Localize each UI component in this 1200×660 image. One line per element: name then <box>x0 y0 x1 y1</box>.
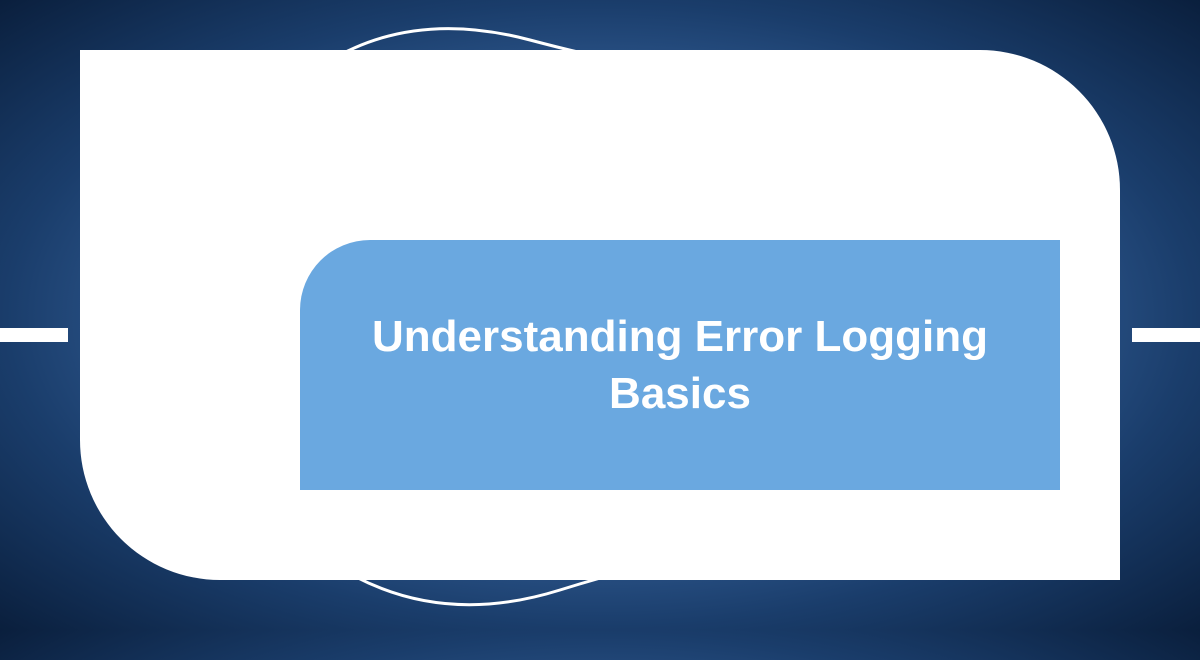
inner-card: Understanding Error Logging Basics <box>300 240 1060 490</box>
wave-decoration-bottom <box>280 480 880 660</box>
accent-line-left <box>0 328 68 342</box>
accent-line-right <box>1132 328 1200 342</box>
page-title: Understanding Error Logging Basics <box>360 308 1000 422</box>
